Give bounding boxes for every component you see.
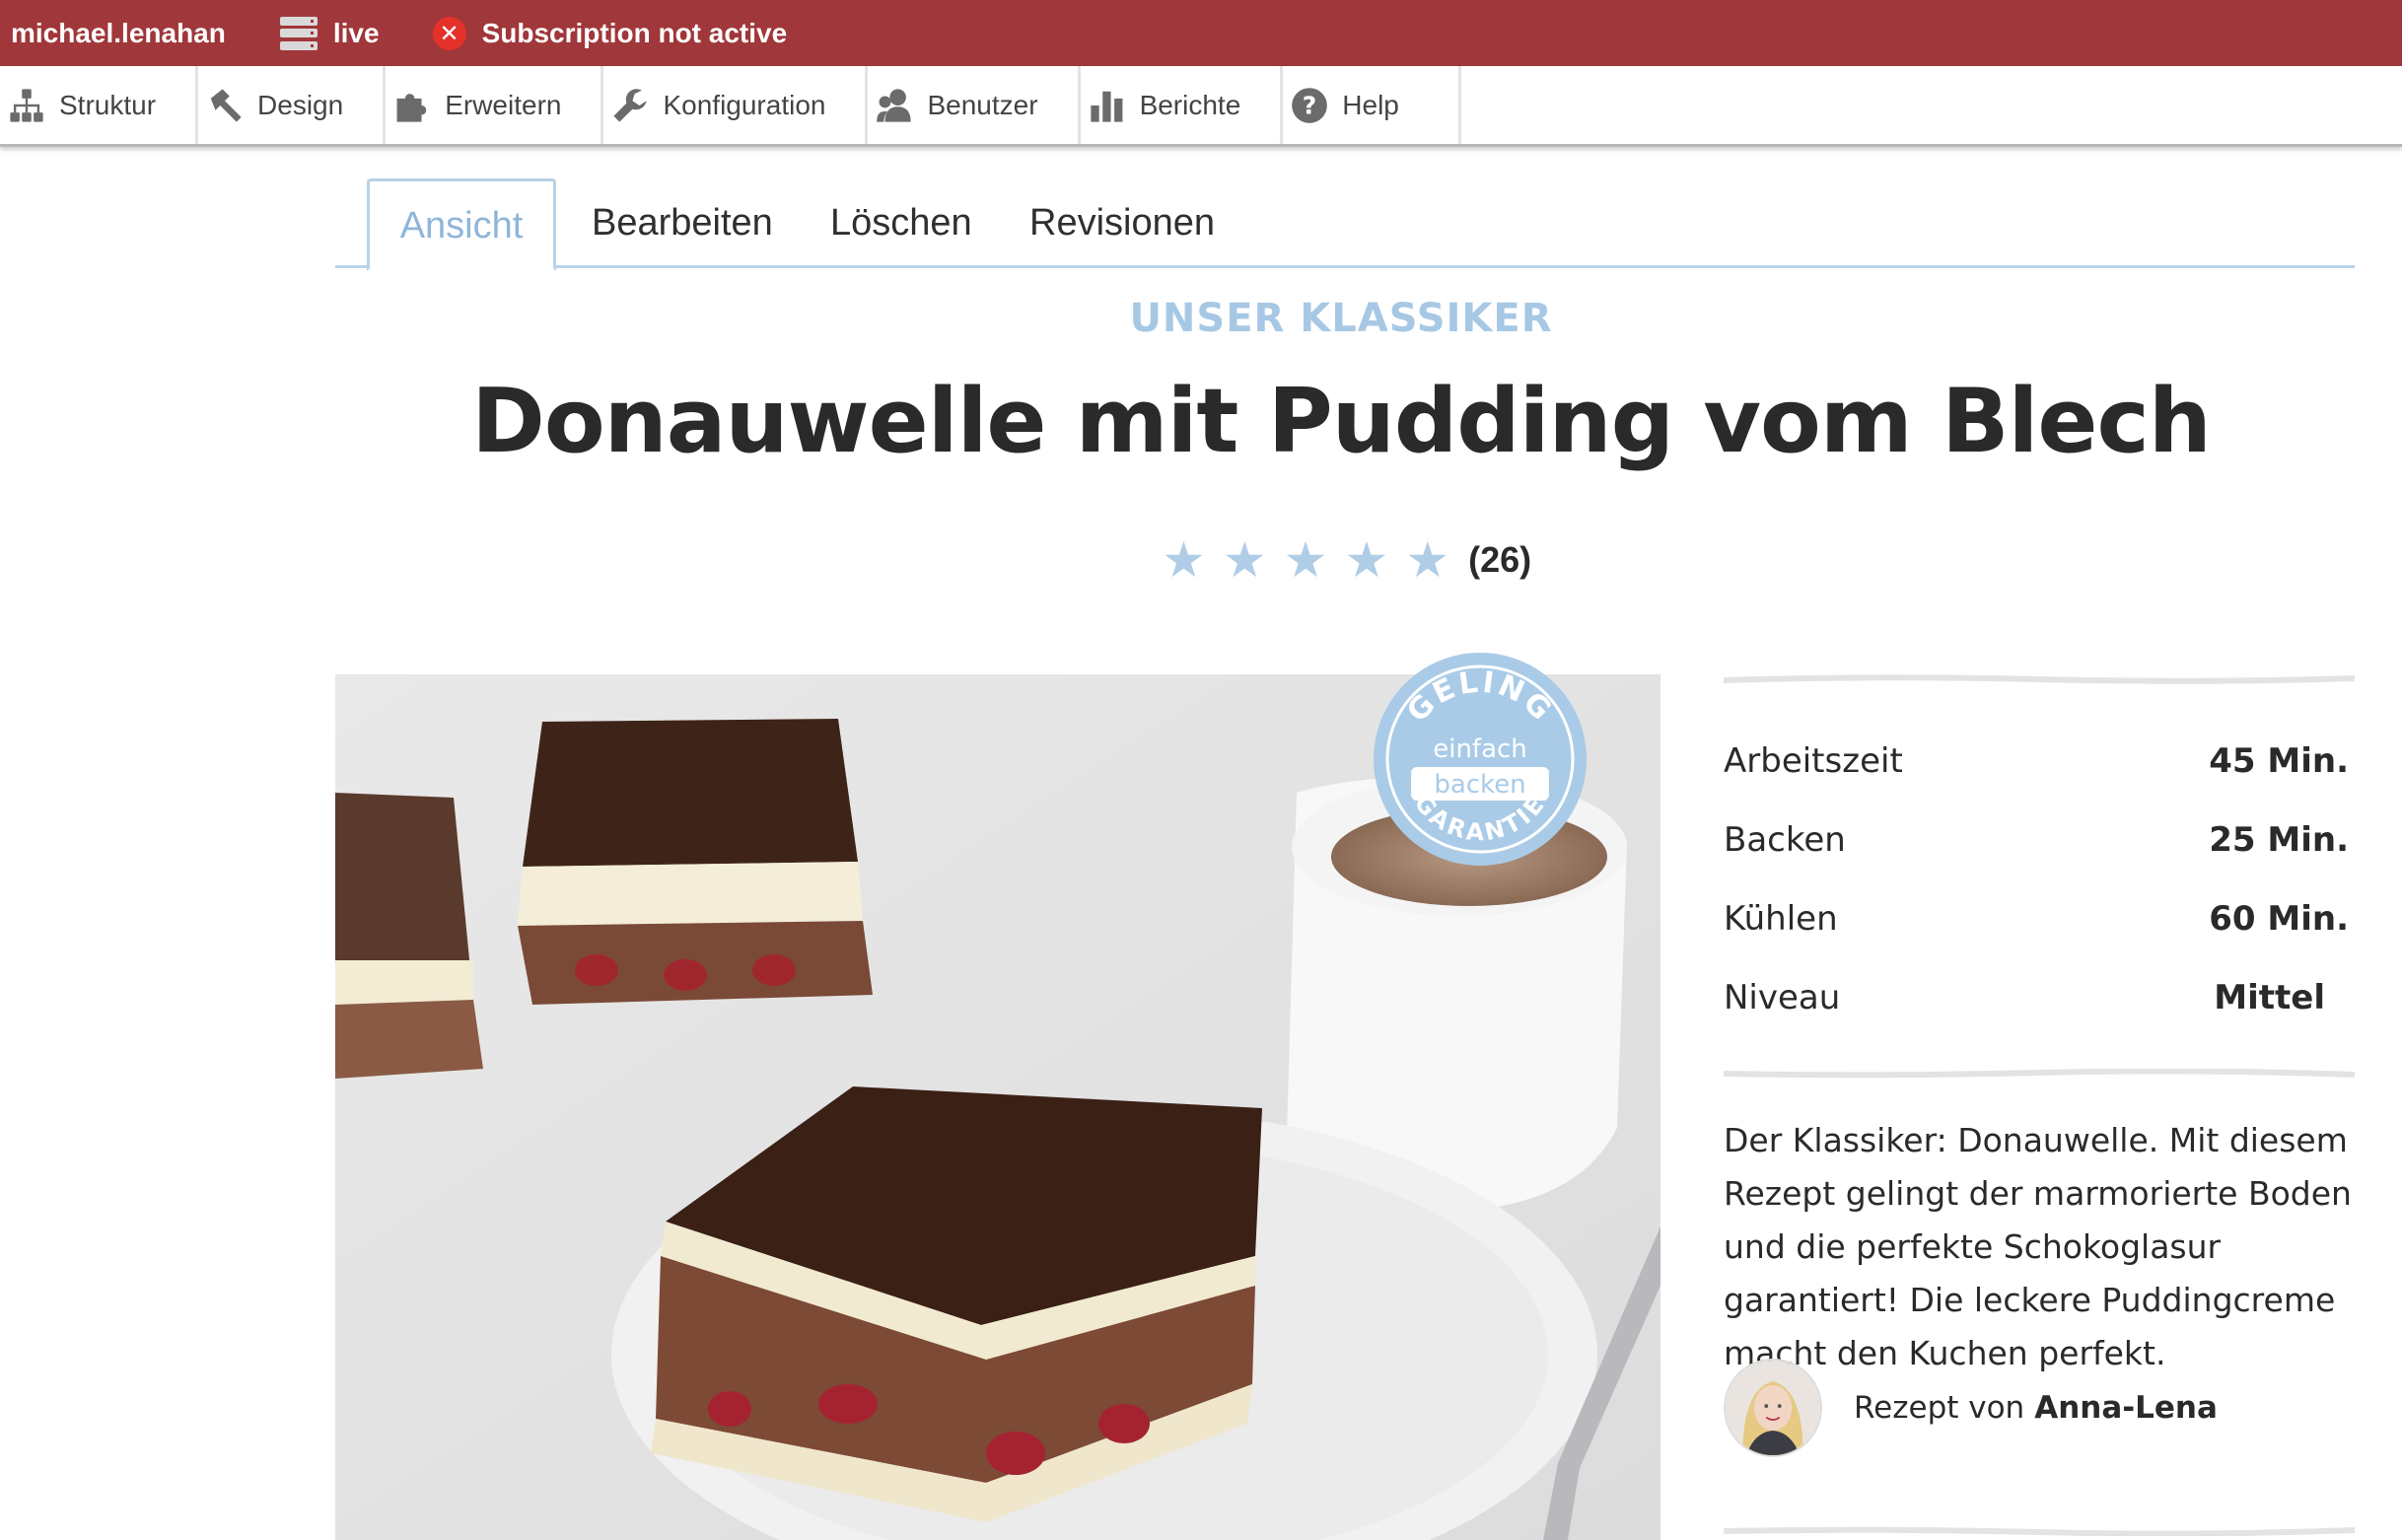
bar-chart-icon [1090,91,1122,122]
recipe-description: Der Klassiker: Donauwelle. Mit diesem Re… [1724,1121,2352,1372]
recipe-rating[interactable]: ★ ★ ★ ★ ★ (26) [1162,532,1531,588]
fact-row: Arbeitszeit 45 Min. [1724,722,2355,801]
admin-bar: michael.lenahan live ✕ Subscription not … [0,0,2402,66]
error-x-icon: ✕ [432,16,466,50]
toolbar-item-berichte[interactable]: Berichte [1081,66,1284,144]
username-link[interactable]: michael.lenahan [11,18,226,49]
rating-count: (26) [1468,539,1532,580]
fact-row: Backen 25 Min. [1724,801,2355,879]
fact-value: 60 Min. [2209,899,2349,939]
toolbar-item-konfiguration[interactable]: Konfiguration [603,66,869,144]
recipe-author[interactable]: Rezept von Anna-Lena [1724,1359,2218,1457]
toolbar-item-design[interactable]: Design [198,66,387,144]
fact-label: Kühlen [1724,899,1838,939]
toolbar-item-label: Konfiguration [663,89,826,120]
recipe-facts: Arbeitszeit 45 Min. Backen 25 Min. Kühle… [1724,722,2355,1037]
environment-indicator[interactable]: live [279,16,380,50]
subscription-status-label: Subscription not active [481,17,788,48]
tab-revisionen[interactable]: Revisionen [1029,178,1215,268]
people-icon [877,88,912,122]
divider [1724,1069,2355,1079]
fact-value: 45 Min. [2209,741,2349,781]
toolbar-item-label: Struktur [59,89,157,120]
tab-bearbeiten[interactable]: Bearbeiten [592,178,773,268]
badge-middle-text-2: backen [1434,770,1525,800]
admin-toolbar: Struktur Design Erweitern Konfiguration … [0,66,2402,147]
avatar[interactable] [1724,1359,1822,1457]
toolbar-item-benutzer[interactable]: Benutzer [868,66,1081,144]
toolbar-item-label: Benutzer [927,89,1038,120]
tab-ansicht[interactable]: Ansicht [367,178,556,271]
fact-label: Niveau [1724,978,1841,1017]
star-icon[interactable]: ★ [1405,532,1449,588]
recipe-kicker: UNSER KLASSIKER [1129,296,1553,341]
toolbar-item-label: Berichte [1139,89,1241,120]
author-name[interactable]: Anna-Lena [2034,1390,2218,1426]
fact-row: Kühlen 60 Min. [1724,879,2355,958]
puzzle-icon [396,93,427,122]
tab-loeschen[interactable]: Löschen [830,178,972,268]
star-icon[interactable]: ★ [1223,532,1267,588]
fact-value: 25 Min. [2209,820,2349,860]
page-title: Donauwelle mit Pudding vom Blech [471,370,2212,473]
toolbar-item-erweitern[interactable]: Erweitern [386,66,604,144]
fact-label: Arbeitszeit [1724,741,1903,781]
star-icon[interactable]: ★ [1344,532,1388,588]
toolbar-item-label: Help [1342,89,1399,120]
geling-garantie-badge: GELING einfach backen GARANTIE [1368,647,1592,872]
server-icon [279,16,318,50]
environment-label: live [332,17,380,48]
fact-value: Mittel [2214,978,2325,1017]
local-tasks-tabs: Ansicht Bearbeiten Löschen Revisionen [335,178,2355,271]
toolbar-item-label: Erweitern [445,89,562,120]
badge-middle-text-1: einfach [1433,735,1527,764]
fact-row: Niveau Mittel [1724,958,2355,1037]
divider [1724,674,2355,684]
author-prefix: Rezept von [1854,1390,2025,1426]
star-icon[interactable]: ★ [1284,532,1328,588]
toolbar-item-label: Design [257,89,344,120]
fact-label: Backen [1724,820,1846,860]
structure-icon [10,88,43,122]
star-icon[interactable]: ★ [1162,532,1206,588]
subscription-status[interactable]: ✕ Subscription not active [432,16,788,50]
wrench-icon [613,88,648,122]
toolbar-item-help[interactable]: ? Help [1283,66,1461,144]
svg-text:?: ? [1303,91,1316,119]
divider [1724,1526,2355,1536]
hammer-icon [210,88,242,122]
help-icon: ? [1292,87,1328,123]
toolbar-item-struktur[interactable]: Struktur [0,66,199,144]
